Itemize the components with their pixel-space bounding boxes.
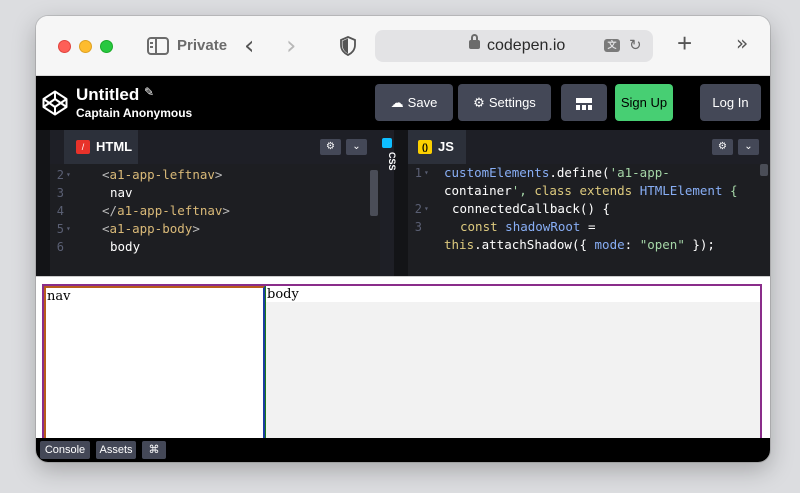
html-settings-gear-icon[interactable]: ⚙ [320,139,341,155]
codepen-header: Untitled ✎ Captain Anonymous ☁ Save ⚙ Sett… [36,76,770,130]
assets-button[interactable]: Assets [96,441,136,459]
pen-title[interactable]: Untitled [76,85,139,105]
leftnav-pane: nav [44,286,265,439]
gear-icon: ⚙ [473,96,485,111]
sidebar-toggle-icon[interactable] [147,37,169,55]
js-icon: () [418,140,432,154]
cloud-icon: ☁ [390,96,404,111]
keyboard-shortcuts-button[interactable]: ⌘ [142,441,166,459]
html-icon: / [76,140,90,154]
nav-text: nav [47,289,71,304]
address-bar[interactable]: codepen.io 文 ↻ [375,30,653,62]
html-tab-label: HTML [96,139,133,154]
line-number: 2 [414,202,422,216]
code-line: body [110,239,141,254]
private-browsing-label: Private [177,37,228,54]
bottom-bar: Console Assets ⌘ [36,438,770,462]
fold-arrow-icon[interactable]: ▾ [424,164,429,182]
fold-arrow-icon[interactable]: ▾ [66,220,71,238]
shield-icon[interactable] [340,36,356,56]
save-button[interactable]: ☁ Save [375,84,453,121]
console-button[interactable]: Console [40,441,90,459]
url-text: codepen.io [487,37,566,54]
change-view-button[interactable] [561,84,607,121]
js-editor-panel: () JS ⚙ ⌄ 1 ▾ customElements.define('a1-ap… [408,130,770,276]
code-line: customElements.define('a1-app- [444,165,670,180]
html-code-lines: 2 ▾ <a1-app-leftnav> 3 nav 4 </a1-app-leftnav>… [50,166,380,276]
line-number [410,182,422,200]
js-tab[interactable]: () JS [408,130,466,164]
settings-button[interactable]: ⚙ Settings [458,84,551,121]
js-code-editor[interactable]: 1 ▾ customElements.define('a1-app-containe… [408,164,770,276]
js-options-chevron-icon[interactable]: ⌄ [738,139,759,155]
css-tab-collapsed[interactable]: CSS [380,130,397,276]
back-button[interactable]: ‹ [244,32,254,60]
pen-author: Captain Anonymous [76,106,193,120]
app-container: nav body [42,284,762,439]
code-line: container', class extends HTMLElement { [444,183,738,198]
browser-window: Private ‹ › codepen.io 文 ↻ + » Untitled … [36,16,770,462]
code-line: nav [110,185,133,200]
html-tab[interactable]: / HTML [64,130,138,164]
line-number: 4 [56,204,64,218]
code-line: <a1-app-leftnav> [102,167,223,182]
lock-icon [469,34,480,49]
line-number: 2 [56,168,64,182]
editors-area: / HTML ⚙ ⌄ 2 ▾ <a1-app-leftnav> 3 nav 4 </a1-a… [36,130,770,276]
line-number: 1 [414,166,422,180]
new-tab-button[interactable]: + [677,29,692,57]
toolbar-overflow-button[interactable]: » [736,31,749,55]
css-tab-label: CSS [387,152,397,171]
fold-arrow-icon[interactable]: ▾ [424,200,429,218]
html-code-editor[interactable]: 2 ▾ <a1-app-leftnav> 3 nav 4 </a1-app-leftnav>… [50,164,380,276]
body-pane-header [266,286,760,302]
browser-toolbar: Private ‹ › codepen.io 文 ↻ + » [36,16,770,76]
js-code-lines: 1 ▾ customElements.define('a1-app-containe… [408,164,770,276]
js-tab-label: JS [438,139,454,154]
html-editor-scrollbar[interactable] [370,170,378,216]
body-pane: body [265,286,760,439]
login-button[interactable]: Log In [700,84,761,121]
reload-icon[interactable]: ↻ [629,36,642,54]
close-window-button[interactable] [58,40,71,53]
line-number: 6 [56,240,64,254]
layout-grid-icon [576,97,592,110]
save-label: Save [407,95,438,110]
zoom-window-button[interactable] [100,40,113,53]
line-number: 3 [56,186,64,200]
settings-label: Settings [488,95,536,110]
js-editor-scrollbar[interactable] [760,164,768,176]
codepen-logo-icon[interactable] [42,90,68,116]
code-line: </a1-app-leftnav> [102,203,230,218]
js-settings-gear-icon[interactable]: ⚙ [712,139,733,155]
fold-arrow-icon[interactable]: ▾ [66,166,71,184]
css-icon [382,138,392,148]
line-number: 5 [56,222,64,236]
body-text: body [267,287,299,302]
forward-button[interactable]: › [286,32,296,60]
line-number [410,236,422,254]
signup-button[interactable]: Sign Up [615,84,673,121]
html-editor-header: / HTML ⚙ ⌄ [50,130,380,164]
code-line: connectedCallback() { [452,201,611,216]
code-line: const shadowRoot = [460,219,596,234]
code-line: this.attachShadow({ mode: "open" }); [444,237,715,252]
translate-icon[interactable]: 文 [604,39,620,52]
line-number: 3 [414,220,422,234]
preview-pane[interactable]: nav body [36,276,770,439]
edit-title-icon[interactable]: ✎ [144,85,154,99]
code-line: <a1-app-body> [102,221,200,236]
preview-divider[interactable] [36,276,770,284]
minimize-window-button[interactable] [79,40,92,53]
html-options-chevron-icon[interactable]: ⌄ [346,139,367,155]
